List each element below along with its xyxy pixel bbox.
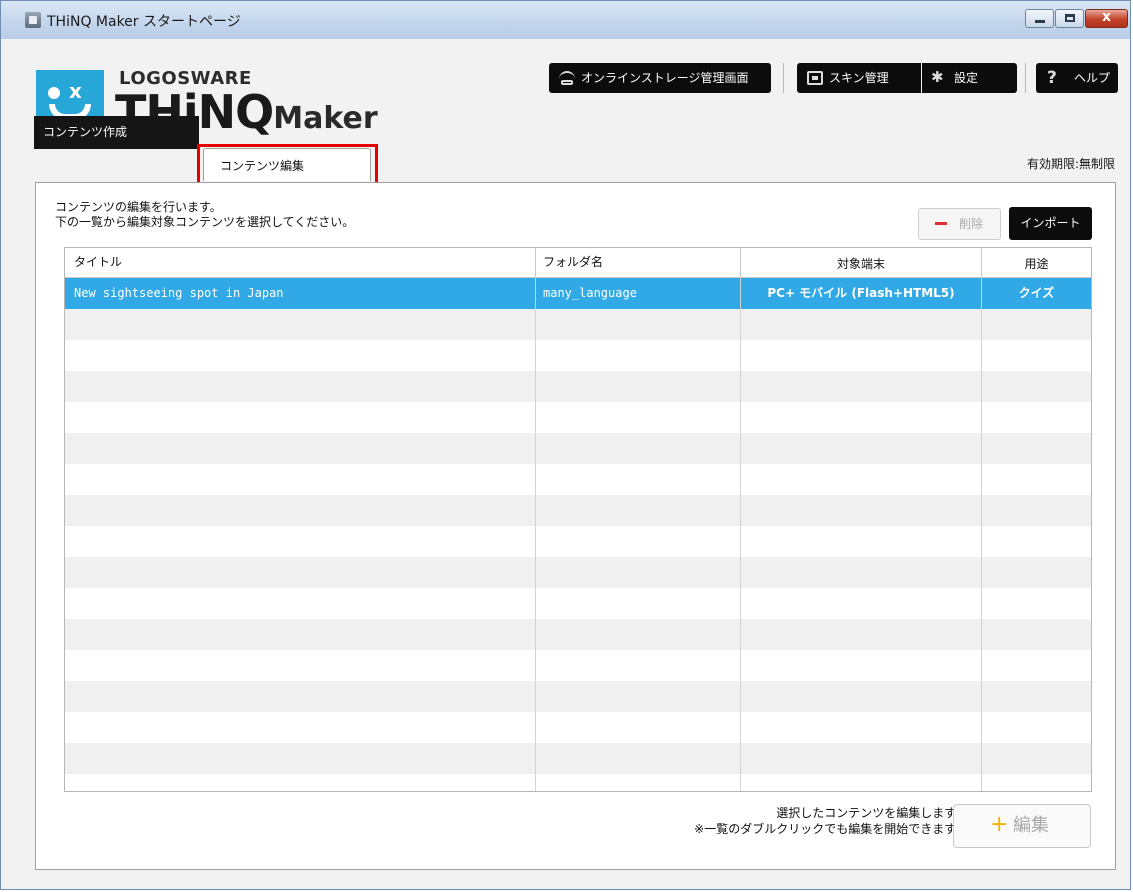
- edit-note-line-2: ※一覧のダブルクリックでも編集を開始できます。: [694, 822, 967, 836]
- settings-button[interactable]: ✱ 設定: [922, 63, 1017, 93]
- window-title: THiNQ Maker スタートページ: [47, 14, 241, 30]
- help-button[interactable]: ? ヘルプ: [1036, 63, 1118, 93]
- column-header-device[interactable]: 対象端末: [740, 248, 981, 278]
- close-button[interactable]: x: [1085, 9, 1128, 28]
- table-row-empty: [65, 619, 1091, 650]
- wifi-storage-icon: [559, 71, 575, 87]
- edit-label: 編集: [1013, 815, 1049, 836]
- delete-button[interactable]: 削除: [918, 208, 1001, 240]
- description-line-2: 下の一覧から編集対象コンテンツを選択してください。: [55, 215, 355, 229]
- expiry-text: 有効期限:無制限: [1026, 157, 1115, 171]
- skin-icon: [807, 71, 823, 85]
- table-row-empty: [65, 495, 1091, 526]
- cell-title: New sightseeing spot in Japan: [74, 286, 284, 300]
- content-table: タイトル フォルダ名 対象端末 用途 New sightseeing spot …: [64, 247, 1092, 792]
- divider: [783, 63, 784, 93]
- minimize-icon: [1035, 20, 1045, 23]
- column-divider: [535, 278, 536, 791]
- table-row-empty: [65, 433, 1091, 464]
- divider: [1025, 63, 1026, 93]
- table-row-empty: [65, 371, 1091, 402]
- delete-label: 削除: [959, 217, 984, 231]
- logo-suffix: Maker: [273, 101, 378, 136]
- tab-content-create-label: コンテンツ作成: [43, 125, 128, 139]
- table-row-empty: [65, 402, 1091, 433]
- app-icon: [25, 12, 41, 28]
- table-row-empty: [65, 681, 1091, 712]
- minus-icon: [935, 222, 947, 225]
- table-row-empty: [65, 650, 1091, 681]
- edit-note: 選択したコンテンツを編集します。 ※一覧のダブルクリックでも編集を開始できます。: [694, 805, 967, 837]
- skin-manage-label: スキン管理: [829, 71, 889, 85]
- table-row-empty: [65, 712, 1091, 743]
- column-header-purpose[interactable]: 用途: [981, 248, 1091, 278]
- plus-icon: +: [990, 812, 1009, 837]
- column-divider: [981, 278, 982, 791]
- online-storage-label: オンラインストレージ管理画面: [581, 71, 749, 85]
- logo-eye: [48, 87, 60, 99]
- import-button[interactable]: インポート: [1009, 207, 1092, 240]
- table-row-empty: [65, 464, 1091, 495]
- content-edit-panel: コンテンツの編集を行います。 下の一覧から編集対象コンテンツを選択してください。…: [35, 182, 1116, 870]
- table-row[interactable]: New sightseeing spot in Japan many_langua…: [65, 278, 1091, 309]
- title-bar: THiNQ Maker スタートページ x: [1, 1, 1130, 40]
- table-row-empty: [65, 774, 1091, 791]
- cell-device: PC+ モバイル (Flash+HTML5): [740, 278, 981, 309]
- app-window: THiNQ Maker スタートページ x x LOGOSWARE THiNQM…: [0, 0, 1131, 890]
- cell-purpose: クイズ: [981, 278, 1091, 309]
- table-row-empty: [65, 526, 1091, 557]
- cell-folder: many_language: [535, 278, 740, 309]
- maximize-icon: [1065, 14, 1075, 22]
- description-line-1: コンテンツの編集を行います。: [55, 200, 222, 214]
- online-storage-button[interactable]: オンラインストレージ管理画面: [549, 63, 771, 93]
- edit-button[interactable]: + 編集: [953, 804, 1091, 848]
- logo-x: x: [69, 79, 82, 103]
- minimize-button[interactable]: [1025, 9, 1054, 28]
- column-divider: [740, 278, 741, 791]
- table-header: タイトル フォルダ名 対象端末 用途: [65, 248, 1091, 278]
- settings-label: 設定: [954, 71, 979, 85]
- tab-content-create[interactable]: コンテンツ作成: [34, 116, 199, 149]
- table-row-empty: [65, 309, 1091, 340]
- maximize-button[interactable]: [1055, 9, 1084, 28]
- column-header-title[interactable]: タイトル: [65, 248, 535, 278]
- gear-icon: ✱: [931, 68, 944, 86]
- skin-manage-button[interactable]: スキン管理: [797, 63, 921, 93]
- table-row-empty: [65, 557, 1091, 588]
- close-icon: x: [1101, 9, 1112, 25]
- table-row-empty: [65, 588, 1091, 619]
- table-row-empty: [65, 340, 1091, 371]
- help-icon: ?: [1047, 68, 1057, 88]
- description: コンテンツの編集を行います。 下の一覧から編集対象コンテンツを選択してください。: [55, 200, 354, 230]
- table-row-empty: [65, 743, 1091, 774]
- column-header-folder[interactable]: フォルダ名: [535, 248, 740, 278]
- help-label: ヘルプ: [1074, 71, 1111, 85]
- edit-note-line-1: 選択したコンテンツを編集します。: [776, 806, 967, 820]
